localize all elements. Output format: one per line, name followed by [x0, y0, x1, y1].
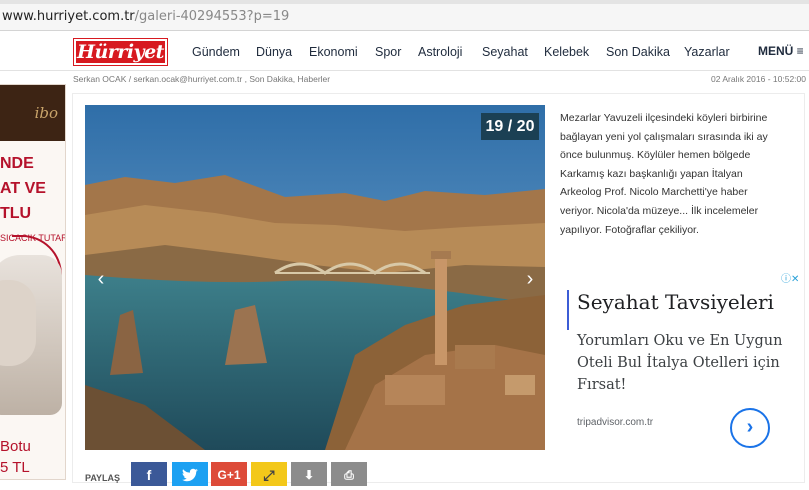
nav-link-ekonomi[interactable]: Ekonomi — [309, 45, 358, 59]
ad-title[interactable]: Seyahat Tavsiyeleri — [577, 290, 774, 314]
landscape-photo-image — [85, 105, 545, 450]
ad-product-name: Botu — [0, 438, 31, 455]
twitter-icon[interactable] — [172, 462, 208, 486]
chevron-right-icon[interactable]: › — [730, 408, 770, 448]
hurriyet-logo[interactable]: Hürriyet — [74, 39, 167, 65]
share-label: PAYLAŞ — [85, 473, 121, 483]
nav-link-seyahat[interactable]: Seyahat — [482, 45, 528, 59]
google-plus-icon[interactable]: G+1 — [211, 462, 247, 486]
ad-brand-logo: ibo — [0, 85, 65, 141]
nav-link-yazarlar[interactable]: Yazarlar — [684, 45, 730, 59]
ad-headline-line: TLU — [0, 205, 32, 222]
url-path: /galeri-40294553?p=19 — [134, 9, 290, 24]
ad-url[interactable]: tripadvisor.com.tr — [577, 417, 653, 428]
prev-photo-icon[interactable]: ‹ — [94, 269, 108, 289]
external-link-icon[interactable]: ⤢ — [251, 462, 287, 486]
site-nav: Hürriyet Gündem Dünya Ekonomi Spor Astro… — [0, 31, 809, 71]
nav-link-son-dakika[interactable]: Son Dakika — [606, 45, 670, 59]
download-icon[interactable]: ⬇ — [291, 462, 327, 486]
ad-accent-bar — [567, 290, 569, 330]
browser-tab-strip — [0, 0, 809, 4]
nav-link-astroloji[interactable]: Astroloji — [418, 45, 462, 59]
adchoices-icon[interactable]: ⓘ✕ — [781, 270, 799, 285]
ad-tagline: SICACIK TUTAR — [0, 233, 66, 243]
next-photo-icon[interactable]: › — [523, 269, 537, 289]
ad-product-image-part — [0, 280, 36, 366]
tripadvisor-ad[interactable]: ⓘ✕ Seyahat Tavsiyeleri Yorumları Oku ve … — [566, 270, 799, 462]
left-side-ad[interactable]: ibo NDE AT VE TLU SICACIK TUTAR Botu 5 T… — [0, 84, 66, 480]
ad-price: 5 TL — [0, 459, 30, 476]
ad-headline: NDE AT VE TLU — [0, 151, 46, 226]
photo-caption: Mezarlar Yavuzeli ilçesindeki köyleri bi… — [560, 112, 768, 236]
photo-counter: 19 / 20 — [481, 113, 539, 140]
article-byline: Serkan OCAK / serkan.ocak@hurriyet.com.t… — [73, 74, 331, 84]
ad-headline-line: NDE — [0, 155, 34, 172]
nav-link-spor[interactable]: Spor — [375, 45, 401, 59]
gallery-photo[interactable] — [85, 105, 545, 450]
print-icon[interactable]: ⎙ — [331, 462, 367, 486]
nav-link-gundem[interactable]: Gündem — [192, 45, 240, 59]
ad-text[interactable]: Yorumları Oku ve En Uygun Oteli Bul İtal… — [577, 330, 789, 396]
browser-url-bar[interactable]: www.hurriyet.com.tr/galeri-40294553?p=19 — [0, 0, 809, 31]
article-date: 02 Aralık 2016 - 10:52:00 — [711, 74, 806, 84]
facebook-icon[interactable]: f — [131, 462, 167, 486]
nav-link-kelebek[interactable]: Kelebek — [544, 45, 589, 59]
url-host: www.hurriyet.com.tr — [2, 9, 135, 24]
ad-headline-line: AT VE — [0, 180, 46, 197]
url-text[interactable]: www.hurriyet.com.tr/galeri-40294553?p=19 — [2, 9, 289, 24]
menu-button[interactable]: MENÜ ≡ — [758, 44, 804, 58]
nav-link-dunya[interactable]: Dünya — [256, 45, 292, 59]
